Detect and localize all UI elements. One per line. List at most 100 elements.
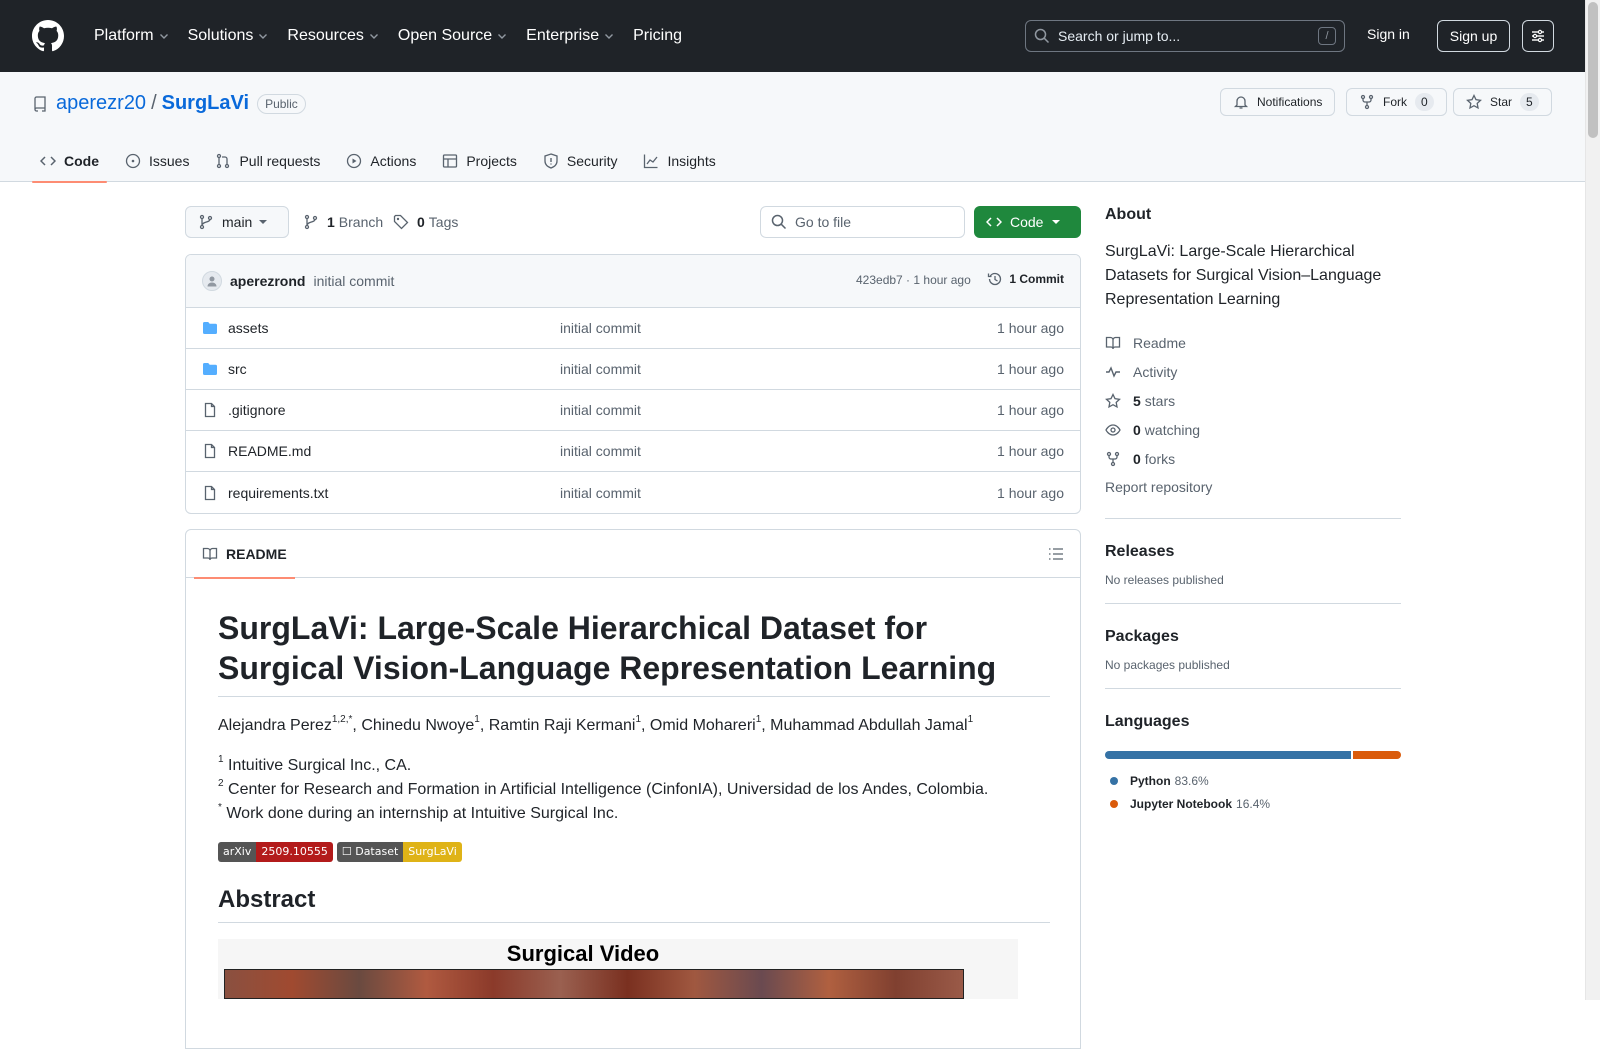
author-name: Ramtin Raji Kermani [488, 717, 636, 734]
readme-badge[interactable]: ☐ Dataset SurgLaVi [336, 842, 462, 862]
search-icon [1034, 28, 1050, 44]
star-button[interactable]: Star 5 [1453, 88, 1552, 116]
global-nav-item[interactable]: Open Source [390, 20, 516, 52]
tab-actions[interactable]: Actions [338, 140, 424, 182]
sign-in-link[interactable]: Sign in [1367, 26, 1410, 42]
global-nav-item[interactable]: Resources [279, 20, 387, 52]
repo-name-link[interactable]: SurgLaVi [162, 92, 249, 115]
commit-author-link[interactable]: aperezrond [230, 273, 305, 289]
affiliation-line: * Work done during an internship at Intu… [218, 802, 1050, 826]
scrollbar-thumb[interactable] [1588, 2, 1598, 138]
fork-label: Fork [1383, 95, 1407, 109]
readme-tab[interactable]: README [194, 530, 295, 579]
packages-heading[interactable]: Packages [1105, 628, 1401, 646]
languages-heading: Languages [1105, 713, 1190, 730]
file-name-link[interactable]: assets [228, 320, 268, 336]
tab-projects[interactable]: Projects [434, 140, 525, 182]
activity-link[interactable]: Activity [1105, 357, 1401, 386]
star-icon [1105, 392, 1121, 408]
branch-selector[interactable]: main [185, 206, 289, 238]
go-to-file-input[interactable]: Go to file [760, 206, 965, 238]
commit-message-link[interactable]: initial commit [313, 273, 394, 289]
global-nav-item[interactable]: Enterprise [518, 20, 623, 52]
file-commit-message[interactable]: initial commit [560, 361, 641, 377]
global-nav-item[interactable]: Pricing [625, 20, 690, 52]
github-logo-icon[interactable] [32, 20, 64, 52]
commit-count: 1 Commit [1009, 272, 1064, 286]
affiliation-line: 1 Intuitive Surgical Inc., CA. [218, 754, 1050, 778]
page-scrollbar[interactable] [1585, 0, 1600, 1000]
branches-link[interactable]: 1 Branch [303, 206, 383, 238]
list-icon[interactable] [1048, 546, 1064, 562]
visibility-badge: Public [257, 93, 306, 114]
file-commit-message[interactable]: initial commit [560, 443, 641, 459]
tab-insights[interactable]: Insights [635, 140, 723, 182]
file-row[interactable]: .gitignore initial commit 1 hour ago [186, 390, 1080, 431]
tag-label: Tags [428, 214, 459, 230]
file-row[interactable]: src initial commit 1 hour ago [186, 349, 1080, 390]
report-repository-link[interactable]: Report repository [1105, 473, 1401, 502]
go-to-file-placeholder: Go to file [795, 214, 852, 230]
tab-issues[interactable]: Issues [117, 140, 197, 182]
settings-menu-button[interactable] [1522, 20, 1554, 52]
badge-right-text: SurgLaVi [403, 842, 462, 862]
file-row[interactable]: assets initial commit 1 hour ago [186, 308, 1080, 349]
file-row[interactable]: README.md initial commit 1 hour ago [186, 431, 1080, 472]
play-icon [347, 153, 362, 169]
about-heading: About [1105, 206, 1152, 223]
file-name-link[interactable]: src [228, 361, 247, 377]
releases-empty-text: No releases published [1105, 573, 1224, 587]
branch-icon [304, 214, 318, 230]
chevron-down-icon [159, 34, 168, 39]
language-bar [1105, 751, 1401, 759]
repo-header: aperezr20 / SurgLaVi Public Notification… [0, 72, 1585, 183]
star-count: 5 [1520, 93, 1539, 111]
file-commit-message[interactable]: initial commit [560, 485, 641, 501]
tags-link[interactable]: 0 Tags [393, 206, 458, 238]
stars-count: 5 [1133, 392, 1141, 409]
branch-name: main [222, 214, 253, 230]
folder-icon [203, 322, 217, 334]
file-row[interactable]: requirements.txt initial commit 1 hour ago [186, 472, 1080, 513]
language-item[interactable]: Python 83.6% [1105, 769, 1401, 792]
avatar[interactable] [202, 271, 222, 291]
commit-history-link[interactable]: 1 Commit [987, 271, 1064, 287]
stars-link[interactable]: 5 stars [1105, 386, 1401, 415]
badge-right-text: 2509.10555 [256, 842, 333, 862]
readme-badge[interactable]: arXiv 2509.10555 [218, 842, 333, 862]
forks-link[interactable]: 0 forks [1105, 444, 1401, 473]
code-dropdown-button[interactable]: Code [974, 206, 1081, 238]
repo-icon [34, 95, 46, 112]
fork-button[interactable]: Fork 0 [1346, 88, 1447, 116]
notifications-label: Notifications [1257, 95, 1323, 109]
file-commit-message[interactable]: initial commit [560, 402, 641, 418]
sign-up-button[interactable]: Sign up [1437, 20, 1510, 52]
file-name-link[interactable]: README.md [228, 443, 311, 459]
author-entry: Muhammad Abdullah Jamal1 [770, 714, 973, 734]
file-name-link[interactable]: .gitignore [228, 402, 286, 418]
commit-hash-time[interactable]: 423edb7 · 1 hour ago [856, 273, 971, 287]
tab-pull-requests[interactable]: Pull requests [207, 140, 328, 182]
affiliation-list: 1 Intuitive Surgical Inc., CA. 2 Center f… [218, 754, 1050, 826]
repo-owner-link[interactable]: aperezr20 [56, 92, 146, 115]
notifications-button[interactable]: Notifications [1220, 88, 1336, 116]
language-name: Python [1130, 773, 1171, 788]
file-name-link[interactable]: requirements.txt [228, 485, 328, 501]
global-nav-label: Platform [94, 27, 154, 44]
watchers-link[interactable]: 0 watching [1105, 415, 1401, 444]
global-search-input[interactable]: Search or jump to... / [1025, 20, 1345, 52]
readme-link[interactable]: Readme [1105, 328, 1401, 357]
file-commit-message[interactable]: initial commit [560, 320, 641, 336]
releases-heading[interactable]: Releases [1105, 543, 1401, 561]
language-percent: 16.4% [1236, 796, 1271, 811]
tab-code[interactable]: Code [32, 140, 107, 183]
global-nav-item[interactable]: Solutions [180, 20, 278, 52]
language-item[interactable]: Jupyter Notebook 16.4% [1105, 792, 1401, 815]
global-nav-item[interactable]: Platform [86, 20, 178, 52]
fork-icon [1360, 94, 1374, 110]
tab-security[interactable]: Security [535, 140, 626, 182]
repo-tabs: Code Issues Pull requests Actions Projec… [32, 140, 734, 183]
file-commit-age: 1 hour ago [997, 443, 1064, 459]
affiliation-text: Center for Research and Formation in Art… [223, 781, 989, 798]
tab-security-label: Security [566, 153, 618, 169]
